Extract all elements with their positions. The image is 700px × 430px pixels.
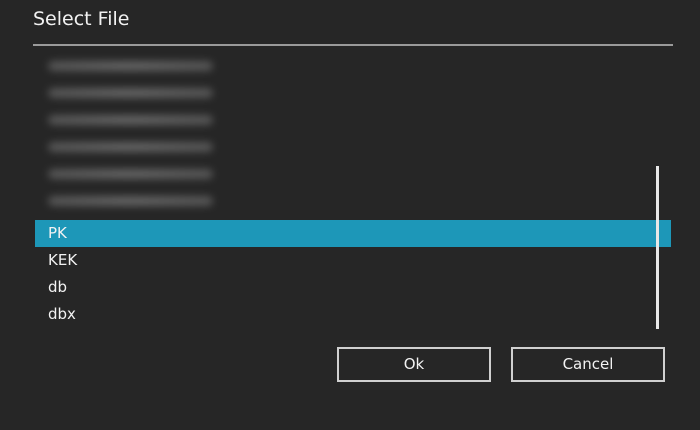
select-file-dialog: Select File PK KEK db dbx Ok Cancel (0, 0, 700, 430)
file-list[interactable]: PK KEK db dbx (35, 52, 671, 332)
dialog-title: Select File (33, 8, 130, 30)
file-item-kek[interactable]: KEK (35, 247, 671, 274)
cancel-button[interactable]: Cancel (511, 347, 665, 382)
ok-button[interactable]: Ok (337, 347, 491, 382)
blurred-file-item[interactable] (48, 142, 213, 152)
file-item-db[interactable]: db (35, 274, 671, 301)
blurred-file-item[interactable] (48, 169, 213, 179)
blurred-file-item[interactable] (48, 196, 213, 206)
title-divider (33, 44, 673, 46)
blurred-file-item[interactable] (48, 115, 213, 125)
blurred-file-item[interactable] (48, 88, 213, 98)
list-scrollbar[interactable] (656, 166, 659, 329)
file-item-dbx[interactable]: dbx (35, 301, 671, 328)
file-item-pk[interactable]: PK (35, 220, 671, 247)
blurred-file-item[interactable] (48, 61, 213, 71)
